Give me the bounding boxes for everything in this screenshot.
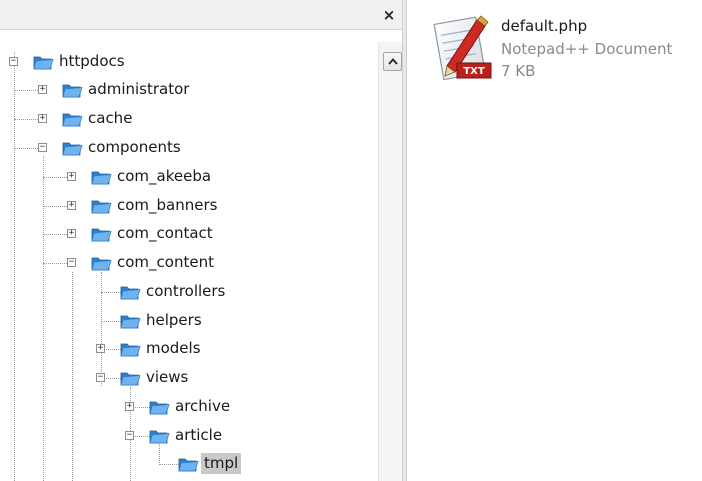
tree-node-label[interactable]: controllers (143, 281, 228, 302)
folder-icon (61, 81, 83, 99)
tree-node-label[interactable]: models (143, 338, 204, 359)
folder-icon (148, 427, 170, 445)
pane-header: × (0, 0, 402, 30)
expand-toggle-icon[interactable]: − (9, 57, 18, 66)
tree-node[interactable]: + administrator (0, 78, 370, 102)
expand-toggle-icon[interactable]: + (67, 229, 76, 238)
txt-badge: TXT (463, 66, 485, 77)
file-type: Notepad++ Document (501, 40, 673, 58)
expand-toggle-icon[interactable]: + (67, 172, 76, 181)
folder-icon (90, 225, 112, 243)
expand-toggle-icon[interactable]: − (96, 373, 105, 382)
folder-icon (119, 283, 141, 301)
expand-toggle-icon[interactable]: + (96, 344, 105, 353)
expand-toggle-icon[interactable]: + (38, 85, 47, 94)
tree-node-label[interactable]: administrator (85, 79, 192, 100)
tree-node[interactable]: tmpl (0, 452, 370, 476)
expand-toggle-icon[interactable]: + (38, 114, 47, 123)
file-details-pane: TXT default.php Notepad++ Document 7 KB (407, 0, 702, 481)
folder-icon (177, 455, 199, 473)
tree-node[interactable]: − com_content (0, 251, 370, 275)
scroll-up-button[interactable] (383, 52, 402, 71)
tree-node[interactable]: − httpdocs (0, 50, 370, 74)
folder-icon (90, 168, 112, 186)
tree-node-label[interactable]: com_banners (114, 195, 220, 216)
tree-node[interactable]: + com_banners (0, 194, 370, 218)
tree-node[interactable]: + com_akeeba (0, 165, 370, 189)
tree-node-label[interactable]: archive (172, 396, 233, 417)
folder-icon (119, 312, 141, 330)
tree-node[interactable]: + archive (0, 395, 370, 419)
folder-icon (61, 110, 83, 128)
tree-node-label[interactable]: article (172, 425, 225, 446)
tree-node[interactable]: − views (0, 366, 370, 390)
expand-toggle-icon[interactable]: − (38, 143, 47, 152)
folder-icon (61, 139, 83, 157)
tree-node-label[interactable]: cache (85, 108, 135, 129)
tree-node[interactable]: + com_contact (0, 222, 370, 246)
folder-icon (119, 369, 141, 387)
tree-node[interactable]: controllers (0, 280, 370, 304)
folder-tree: − httpdocs + administrator + cache − components… (0, 42, 376, 481)
expand-toggle-icon[interactable]: + (125, 402, 134, 411)
chevron-up-icon (388, 58, 398, 65)
folder-icon (90, 254, 112, 272)
tree-node[interactable]: − article (0, 424, 370, 448)
tree-node-label[interactable]: components (85, 137, 184, 158)
tree-node[interactable]: − components (0, 136, 370, 160)
tree-node-label[interactable]: views (143, 367, 191, 388)
folder-icon (90, 197, 112, 215)
tree-node-label[interactable]: com_content (114, 252, 217, 273)
folder-icon (32, 53, 54, 71)
notepad-document-icon[interactable]: TXT (427, 14, 497, 86)
folder-icon (119, 340, 141, 358)
tree-node-label[interactable]: com_contact (114, 223, 216, 244)
expand-toggle-icon[interactable]: − (67, 258, 76, 267)
tree-node[interactable]: helpers (0, 309, 370, 333)
file-size: 7 KB (501, 62, 536, 80)
file-name: default.php (501, 17, 588, 35)
expand-toggle-icon[interactable]: + (67, 201, 76, 210)
tree-node-label[interactable]: tmpl (201, 453, 242, 474)
tree-node[interactable]: + models (0, 337, 370, 361)
tree-node[interactable]: + cache (0, 107, 370, 131)
tree-node-label[interactable]: httpdocs (56, 51, 128, 72)
tree-scrollbar[interactable] (378, 42, 402, 481)
folder-tree-pane: × − httpdocs + administrator + cache − componen… (0, 0, 407, 481)
folder-icon (148, 398, 170, 416)
tree-node-label[interactable]: com_akeeba (114, 166, 214, 187)
tree-node-label[interactable]: helpers (143, 310, 205, 331)
expand-toggle-icon[interactable]: − (125, 431, 134, 440)
close-pane-button[interactable]: × (380, 6, 398, 24)
